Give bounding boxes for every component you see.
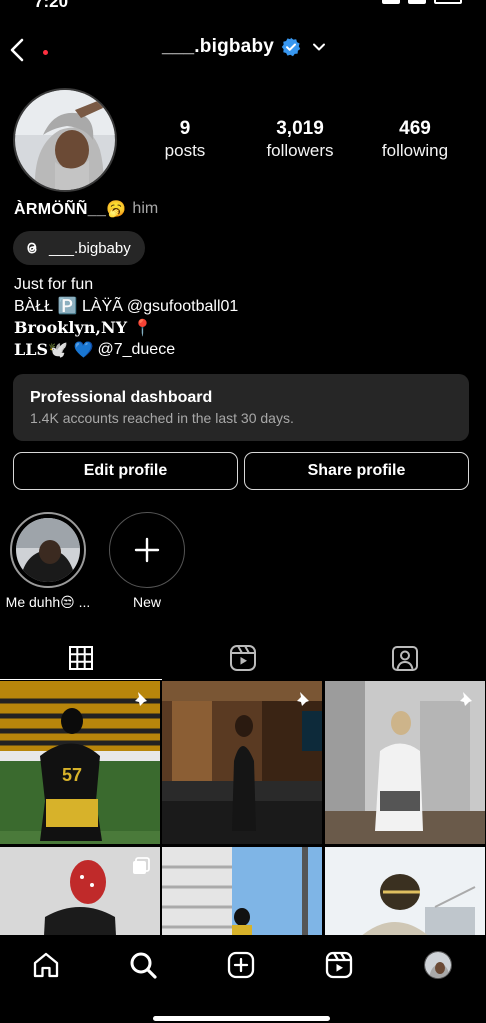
highlight-ring — [10, 512, 86, 588]
back-button[interactable] — [6, 34, 30, 66]
new-highlight-ring — [109, 512, 185, 588]
tab-posts-grid[interactable] — [0, 636, 162, 680]
name-row: ÀRMÖÑÑ__🥱 him — [14, 199, 158, 219]
followers-label: followers — [266, 141, 334, 160]
status-icons — [382, 0, 462, 4]
highlight-label: Me duhh😒 ... — [5, 594, 91, 610]
tagged-person-icon — [392, 646, 418, 671]
bio-mention-link[interactable]: @7_duece — [97, 339, 175, 361]
post-image — [162, 847, 322, 935]
followers-number: 3,019 — [276, 118, 324, 139]
bio: Just for fun BÀŁŁ 🅿️ LÀŸÃ @gsufootball01… — [14, 274, 238, 360]
plus-icon — [134, 537, 160, 563]
battery-icon — [434, 0, 462, 4]
post-thumbnail[interactable]: 57 — [0, 681, 160, 844]
pinned-icon — [458, 692, 472, 708]
dashboard-subtitle: 1.4K accounts reached in the last 30 day… — [30, 410, 294, 426]
bio-line: 𝐁𝐫𝐨𝐨𝐤𝐥𝐲𝐧,𝐍𝐘 📍 — [14, 317, 238, 339]
username: ___.bigbaby — [162, 36, 275, 57]
post-thumbnail[interactable] — [162, 847, 322, 935]
account-switcher[interactable]: ___.bigbaby — [162, 36, 327, 58]
home-indicator — [153, 1016, 330, 1021]
followers-count[interactable]: 3,019 followers — [255, 118, 345, 162]
nav-create[interactable] — [223, 947, 259, 983]
story-highlight[interactable]: Me duhh😒 ... — [3, 512, 93, 611]
bio-text: 𝐋𝐋𝐒🕊️ 💙 — [14, 339, 94, 359]
bio-line: 𝐋𝐋𝐒🕊️ 💙 @7_duece — [14, 339, 238, 361]
post-thumbnail[interactable] — [325, 847, 485, 935]
signal-icon — [382, 0, 400, 4]
posts-grid: 57 — [0, 681, 486, 935]
status-bar: 7:20 — [0, 0, 486, 14]
threads-handle: ___.bigbaby — [49, 239, 131, 257]
grid-icon — [69, 645, 93, 670]
bio-line: Just for fun — [14, 274, 238, 296]
posts-number: 9 — [179, 118, 191, 139]
dashboard-title: Professional dashboard — [30, 389, 213, 406]
nav-home[interactable] — [28, 947, 64, 983]
bio-text: BÀŁŁ 🅿️ LÀŸÃ — [14, 297, 123, 315]
post-image — [325, 847, 485, 935]
following-number: 469 — [399, 118, 431, 139]
new-highlight-button[interactable]: New — [102, 512, 192, 610]
nav-reels[interactable] — [321, 947, 357, 983]
home-icon — [33, 952, 59, 978]
reels-icon — [230, 645, 256, 671]
carousel-icon — [133, 857, 150, 874]
bio-mention-link[interactable]: @gsufootball01 — [127, 296, 238, 318]
svg-text:57: 57 — [62, 765, 82, 785]
pinned-icon — [133, 692, 147, 708]
profile-tabs — [0, 636, 486, 680]
posts-count[interactable]: 9 posts — [150, 118, 220, 162]
highlight-label: New — [132, 594, 161, 610]
tab-reels[interactable] — [162, 636, 324, 680]
nav-profile[interactable] — [420, 947, 456, 983]
share-profile-button[interactable]: Share profile — [244, 452, 469, 490]
back-arrow-icon — [10, 38, 24, 62]
following-count[interactable]: 469 following — [370, 118, 460, 162]
threads-icon — [27, 242, 37, 254]
pronouns: him — [132, 200, 159, 217]
display-name: ÀRMÖÑÑ__🥱 — [14, 201, 127, 218]
reels-icon — [325, 951, 353, 979]
search-icon — [130, 952, 157, 979]
threads-link-chip[interactable]: ___.bigbaby — [13, 231, 145, 265]
post-thumbnail[interactable] — [0, 847, 160, 935]
pinned-icon — [295, 692, 309, 708]
wifi-icon — [408, 0, 426, 4]
professional-dashboard[interactable]: Professional dashboard 1.4K accounts rea… — [13, 374, 469, 441]
nav-search[interactable] — [125, 947, 161, 983]
posts-label: posts — [164, 141, 206, 160]
status-time: 7:20 — [34, 0, 69, 11]
create-post-icon — [227, 951, 255, 979]
following-label: following — [381, 141, 449, 160]
tab-tagged[interactable] — [324, 636, 486, 680]
highlight-cover — [16, 518, 80, 582]
profile-avatar[interactable] — [13, 88, 117, 192]
verified-badge-icon — [281, 37, 301, 57]
avatar-photo — [15, 90, 115, 190]
post-thumbnail[interactable] — [325, 681, 485, 844]
bio-text: 𝐁𝐫𝐨𝐨𝐤𝐥𝐲𝐧,𝐍𝐘 📍 — [14, 318, 153, 337]
edit-profile-button[interactable]: Edit profile — [13, 452, 238, 490]
chevron-down-icon — [313, 43, 326, 51]
bio-text: Just for fun — [14, 276, 94, 293]
notification-dot — [43, 50, 48, 55]
bio-line: BÀŁŁ 🅿️ LÀŸÃ @gsufootball01 — [14, 296, 238, 318]
post-thumbnail[interactable] — [162, 681, 322, 844]
profile-avatar-small — [424, 951, 452, 979]
profile-header: ___.bigbaby — [0, 30, 486, 70]
bottom-navigation — [0, 935, 486, 1023]
